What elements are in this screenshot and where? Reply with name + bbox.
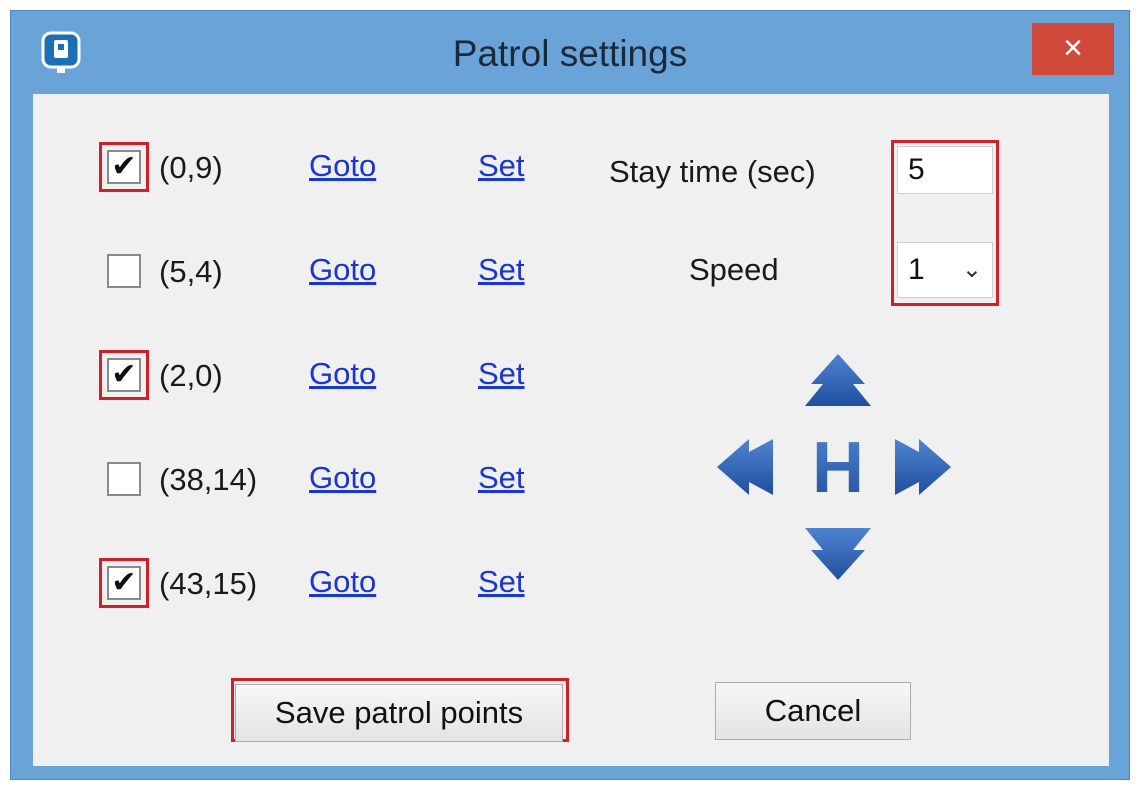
patrol-point-checkbox[interactable]: ✔ [107,358,141,392]
title-bar[interactable]: Patrol settings × [11,11,1129,93]
patrol-point-coord: (38,14) [159,462,258,497]
goto-link[interactable]: Goto [309,356,376,392]
patrol-point-coord: (43,15) [159,566,258,601]
patrol-point-coord: (0,9) [159,150,223,185]
set-link[interactable]: Set [478,252,525,288]
arrow-left-icon[interactable] [717,439,773,495]
arrow-down-icon[interactable] [805,528,871,580]
close-button[interactable]: × [1032,23,1114,75]
arrow-up-icon[interactable] [805,354,871,406]
goto-link[interactable]: Goto [309,252,376,288]
speed-label: Speed [689,252,779,287]
patrol-settings-window: Patrol settings × ✔ (0,9) Goto Set (5,4)… [10,10,1130,780]
stay-time-label: Stay time (sec) [609,154,816,189]
set-link[interactable]: Set [478,460,525,496]
set-link[interactable]: Set [478,564,525,600]
patrol-point-coord: (5,4) [159,254,223,289]
cancel-button[interactable]: Cancel [715,682,911,740]
patrol-point-checkbox[interactable] [107,254,141,288]
patrol-point-coord: (2,0) [159,358,223,393]
goto-link[interactable]: Goto [309,460,376,496]
settings-highlight [891,140,999,306]
arrow-right-icon[interactable] [895,439,951,495]
goto-link[interactable]: Goto [309,564,376,600]
save-patrol-points-button[interactable]: Save patrol points [235,684,563,742]
goto-link[interactable]: Goto [309,148,376,184]
patrol-point-checkbox[interactable]: ✔ [107,150,141,184]
patrol-point-checkbox[interactable] [107,462,141,496]
patrol-point-checkbox[interactable]: ✔ [107,566,141,600]
ptz-control: H [713,342,953,592]
window-title: Patrol settings [452,33,688,74]
set-link[interactable]: Set [478,148,525,184]
dialog-body: ✔ (0,9) Goto Set (5,4) Goto Set ✔ (2,0) … [33,94,1109,766]
home-button[interactable]: H [812,428,864,508]
set-link[interactable]: Set [478,356,525,392]
